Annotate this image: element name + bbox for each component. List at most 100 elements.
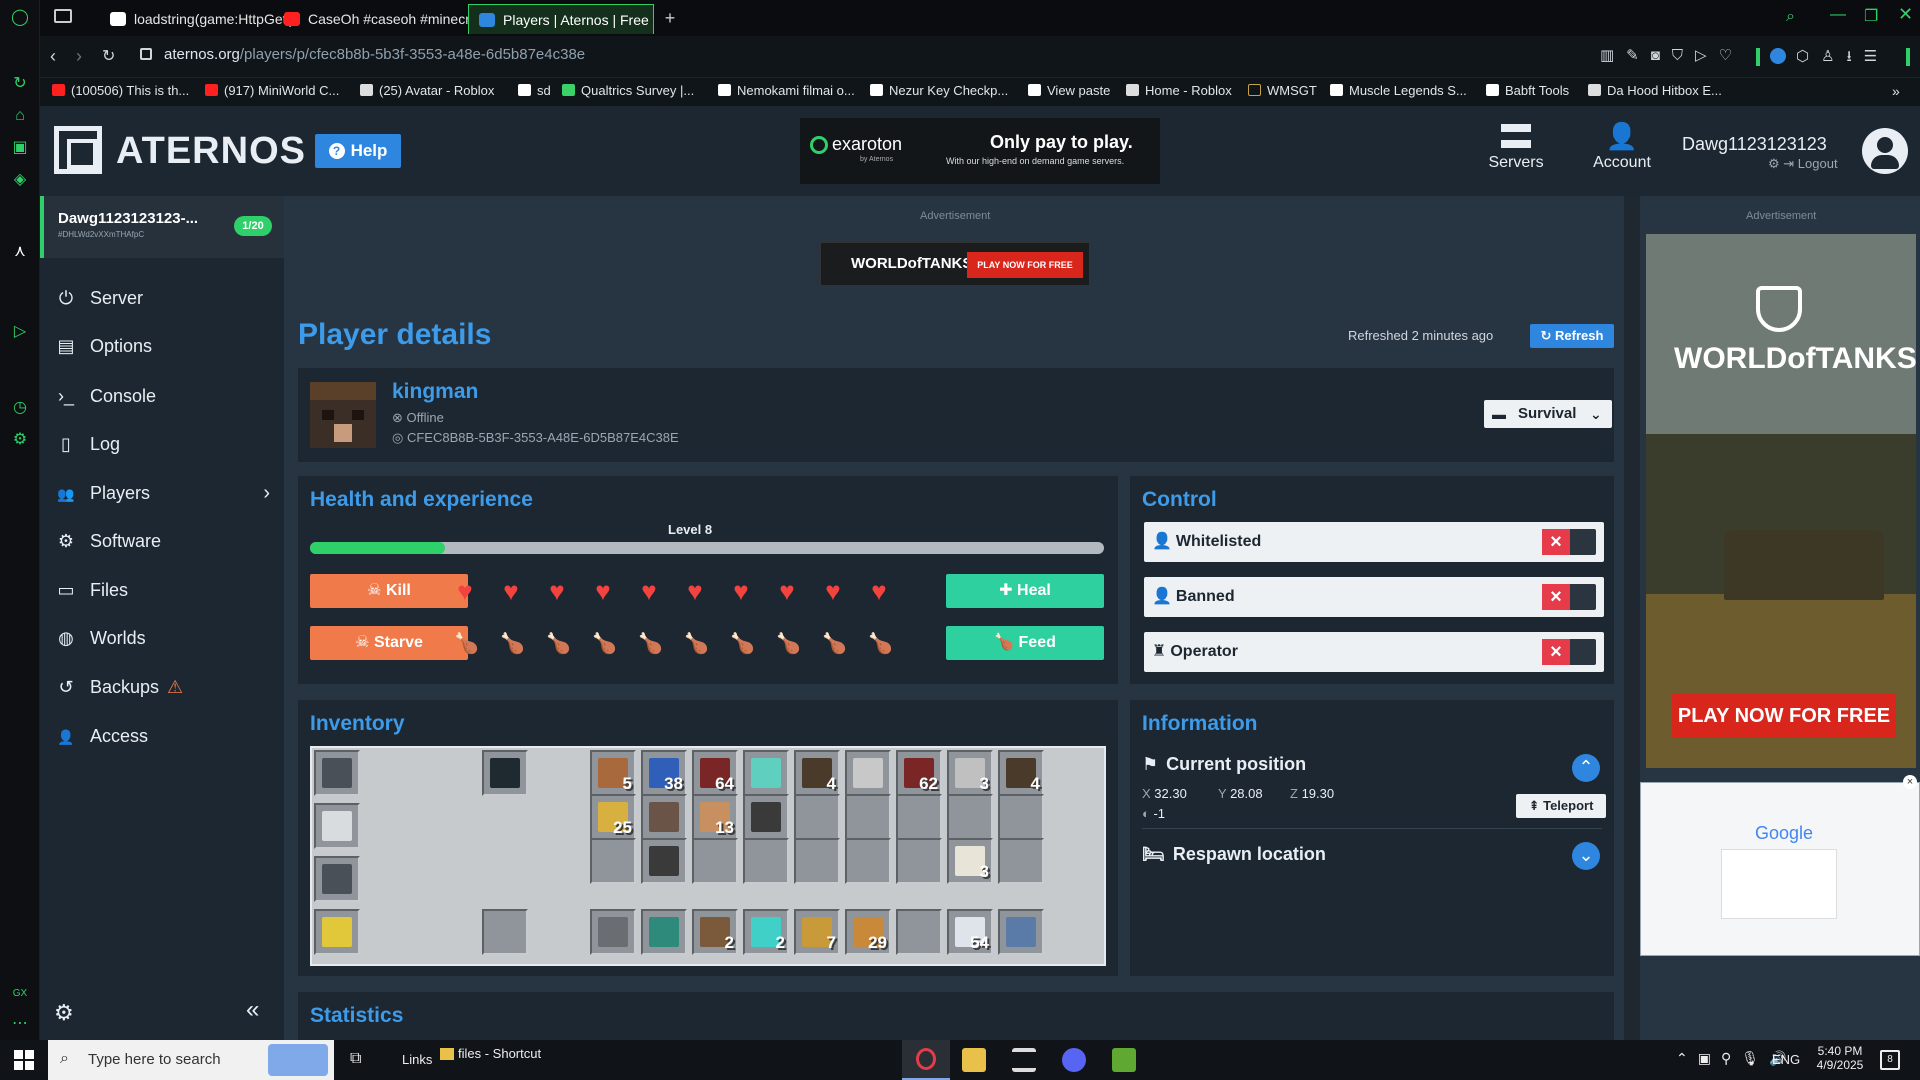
- wot-side-ad[interactable]: WORLDofTANKS PLAY NOW FOR FREE: [1646, 234, 1917, 768]
- bookmark-10[interactable]: WMSGT: [1248, 83, 1317, 98]
- header-advertisement[interactable]: exaroton by Aternos Only pay to play. Wi…: [800, 118, 1160, 184]
- nav-software[interactable]: ⚙ Software: [54, 525, 280, 557]
- hotbar-slot[interactable]: [590, 909, 636, 955]
- player-icon[interactable]: ▷: [8, 320, 32, 344]
- inventory-slot[interactable]: [743, 838, 789, 884]
- close-icon[interactable]: ×: [1903, 775, 1917, 789]
- account-nav[interactable]: 👤 Account: [1580, 123, 1664, 172]
- hotbar-slot[interactable]: [998, 909, 1044, 955]
- whitelisted-toggle[interactable]: ×: [1542, 529, 1596, 555]
- teleport-button[interactable]: ⇞ Teleport: [1516, 794, 1606, 818]
- minimize-icon[interactable]: —: [1830, 6, 1846, 24]
- hotbar-slot[interactable]: 2: [692, 909, 738, 955]
- bookmark-11[interactable]: Muscle Legends S...: [1330, 83, 1467, 98]
- nav-files[interactable]: ▭ Files: [54, 574, 280, 606]
- tab-loadstring[interactable]: loadstring(game:HttpGet(: [100, 4, 300, 34]
- settings-gear-icon[interactable]: ⚙: [54, 1000, 74, 1026]
- inventory-slot[interactable]: 4: [794, 750, 840, 796]
- hotbar-slot[interactable]: 2: [743, 909, 789, 955]
- toolbar-icons[interactable]: ▥✎◙⛉▷♡: [1600, 46, 1744, 64]
- aternos-pin-icon[interactable]: ⋏: [8, 240, 32, 264]
- inventory-slot[interactable]: 4: [998, 750, 1044, 796]
- notification-icon[interactable]: 8: [1880, 1050, 1900, 1070]
- bookmark-4[interactable]: sd: [518, 83, 551, 98]
- respawn-header[interactable]: 🛏 Respawn location: [1142, 844, 1326, 865]
- nav-options[interactable]: ▤ Options: [54, 330, 280, 362]
- logout-link[interactable]: ⚙ ⇥ Logout: [1768, 156, 1838, 172]
- bookmark-12[interactable]: Babft Tools: [1486, 83, 1569, 98]
- new-tab-icon[interactable]: +: [660, 8, 680, 28]
- inventory-slot[interactable]: [794, 838, 840, 884]
- tab-menu-icon[interactable]: [54, 9, 72, 23]
- opera-gx-taskbar[interactable]: [902, 1040, 950, 1080]
- maximize-icon[interactable]: ❐: [1864, 6, 1878, 26]
- bookmark-9[interactable]: Home - Roblox: [1126, 83, 1232, 98]
- google-popup-preview[interactable]: Google ×: [1640, 775, 1920, 956]
- player-name[interactable]: kingman: [392, 380, 478, 404]
- gamemode-select[interactable]: ▬ Survival ⌄: [1484, 400, 1612, 428]
- inventory-slot[interactable]: 25: [590, 794, 636, 840]
- logo-text[interactable]: ATERNOS: [116, 130, 306, 173]
- nav-players[interactable]: 👥 Players ›: [54, 477, 280, 509]
- windows-start-icon[interactable]: [14, 1050, 34, 1070]
- collapse-sidebar-icon[interactable]: «: [246, 996, 259, 1024]
- refresh-button[interactable]: ↻ Refresh: [1530, 324, 1614, 348]
- inventory-slot[interactable]: [947, 794, 993, 840]
- bookmark-5[interactable]: Qualtrics Survey |...: [562, 83, 694, 98]
- reload-icon[interactable]: ↻: [102, 46, 115, 66]
- current-position-header[interactable]: ⚑ Current position: [1142, 754, 1306, 775]
- bookmark-7[interactable]: Nezur Key Checkp...: [870, 83, 1008, 98]
- history-icon[interactable]: ◷: [8, 396, 32, 420]
- file-explorer-icon[interactable]: [962, 1048, 986, 1072]
- hotbar-slot[interactable]: [641, 909, 687, 955]
- search-tabs-icon[interactable]: ⌕: [1786, 8, 1795, 26]
- chestplate-slot[interactable]: [314, 803, 360, 849]
- clock[interactable]: 5:40 PM 4/9/2025: [1812, 1044, 1868, 1072]
- inventory-slot[interactable]: 13: [692, 794, 738, 840]
- inventory-slot[interactable]: 62: [896, 750, 942, 796]
- kill-button[interactable]: ☠ Kill: [310, 574, 468, 608]
- hotbar-slot[interactable]: 7: [794, 909, 840, 955]
- settings-gear-icon[interactable]: ⚙: [8, 428, 32, 452]
- inventory-slot[interactable]: [998, 838, 1044, 884]
- inventory-slot[interactable]: [590, 838, 636, 884]
- forward-icon[interactable]: ›: [76, 46, 82, 67]
- refresh-sidebar-icon[interactable]: ↻: [8, 72, 32, 96]
- inventory-slot[interactable]: [998, 794, 1044, 840]
- messenger-icon[interactable]: ◈: [8, 168, 32, 192]
- inventory-slot[interactable]: [743, 794, 789, 840]
- bookmark-8[interactable]: View paste: [1028, 83, 1110, 98]
- task-view-icon[interactable]: ⧉: [350, 1050, 361, 1068]
- wot-banner-ad[interactable]: WORLDofTANKS PLAY NOW FOR FREE: [820, 242, 1090, 286]
- help-button[interactable]: ? Help: [315, 134, 401, 168]
- vpn-icon[interactable]: [1770, 48, 1786, 64]
- bot-icon[interactable]: ⌂: [8, 104, 32, 128]
- operator-toggle[interactable]: ×: [1542, 639, 1596, 665]
- inventory-slot[interactable]: 5: [590, 750, 636, 796]
- nav-access[interactable]: 👤 Access: [54, 720, 280, 752]
- server-card[interactable]: Dawg1123123123-... #DHLWd2vXXmTHAfpC 1/2…: [40, 196, 284, 258]
- url-field[interactable]: aternos.org/players/p/cfec8b8b-5b3f-3553…: [164, 46, 585, 63]
- banned-toggle[interactable]: ×: [1542, 584, 1596, 610]
- links-toolbar[interactable]: Links: [402, 1052, 432, 1067]
- inventory-slot[interactable]: [641, 794, 687, 840]
- inventory-slot[interactable]: [641, 838, 687, 884]
- bookmark-2[interactable]: (917) MiniWorld C...: [205, 83, 339, 98]
- chevron-up-icon[interactable]: ⌃: [1572, 754, 1600, 782]
- tab-aternos-players[interactable]: Players | Aternos | Free M: [468, 4, 654, 34]
- inventory-slot[interactable]: [845, 750, 891, 796]
- starve-button[interactable]: ☠ Starve: [310, 626, 468, 660]
- hotbar-slot[interactable]: [896, 909, 942, 955]
- hotbar-slot[interactable]: 54: [947, 909, 993, 955]
- discord-icon[interactable]: [1062, 1048, 1086, 1072]
- feed-button[interactable]: 🍗 Feed: [946, 626, 1104, 660]
- extension-icons[interactable]: ⬡♙⭳☰: [1796, 46, 1889, 71]
- minecraft-icon[interactable]: [1112, 1048, 1136, 1072]
- inventory-slot[interactable]: [896, 794, 942, 840]
- inventory-slot[interactable]: 3: [947, 750, 993, 796]
- language-indicator[interactable]: ENG: [1772, 1052, 1800, 1067]
- more-bookmarks-icon[interactable]: »: [1892, 83, 1900, 99]
- bookmark-3[interactable]: (25) Avatar - Roblox: [360, 83, 494, 98]
- nav-worlds[interactable]: ◍ Worlds: [54, 622, 280, 654]
- bookmark-1[interactable]: (100506) This is th...: [52, 83, 189, 98]
